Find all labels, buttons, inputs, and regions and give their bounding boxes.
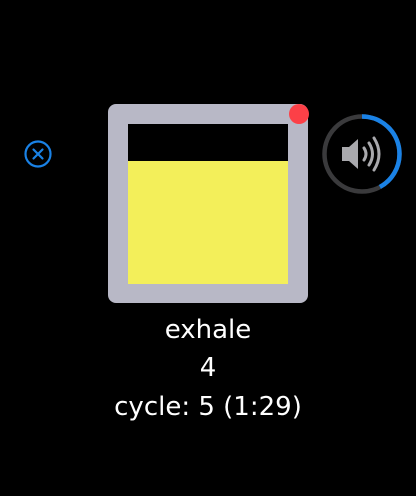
breath-count-label: 4 [199, 353, 217, 383]
recording-dot [289, 104, 309, 124]
breath-level-fill [128, 160, 288, 284]
sound-progress-ring [322, 114, 402, 194]
cycle-status-label: cycle: 5 (1:29) [114, 392, 302, 422]
breathing-indicator [108, 104, 309, 303]
breath-phase-label: exhale [164, 315, 252, 345]
close-circle-icon [24, 140, 52, 168]
speaker-icon [342, 136, 381, 172]
close-button[interactable] [23, 139, 53, 169]
sound-toggle-button[interactable] [320, 112, 404, 196]
breathing-well [128, 124, 288, 284]
